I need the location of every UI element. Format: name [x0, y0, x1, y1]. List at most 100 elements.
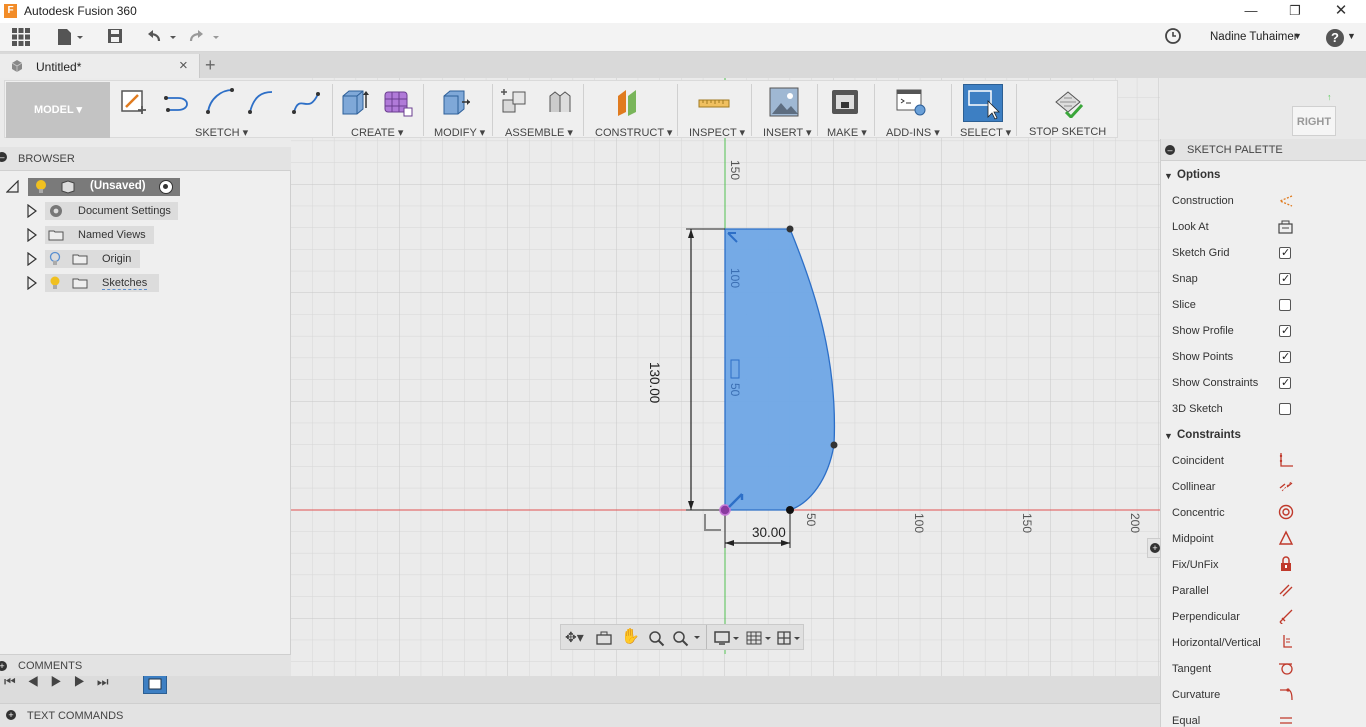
perpendicular-icon[interactable] — [1278, 608, 1294, 624]
expand-comments-icon[interactable]: + — [0, 661, 7, 671]
show-points-checkbox[interactable] — [1279, 350, 1291, 363]
text-commands-bar[interactable]: + TEXT COMMANDS — [0, 703, 1160, 727]
lock-icon[interactable] — [1278, 556, 1294, 572]
help-icon[interactable]: ? — [1326, 29, 1344, 47]
activate-radio-icon[interactable] — [159, 180, 173, 194]
comments-panel-header[interactable]: + COMMENTS — [0, 654, 291, 676]
coincident-icon[interactable] — [1278, 452, 1294, 468]
insert-group-label[interactable]: INSERT ▾ — [763, 126, 812, 139]
collinear-icon[interactable] — [1278, 478, 1294, 494]
timeline-playback-controls[interactable]: ⏮ ◀ ▶ ▶ ⏭ — [4, 674, 113, 690]
visibility-bulb-icon[interactable] — [34, 179, 48, 195]
width-dimension-label[interactable]: 30.00 — [752, 525, 786, 540]
minimize-button[interactable]: — — [1228, 0, 1274, 23]
midpoint-icon[interactable] — [1278, 530, 1294, 546]
named-views-node[interactable]: Named Views — [45, 226, 154, 244]
stop-sketch-label[interactable]: STOP SKETCH — [1029, 126, 1106, 138]
snap-checkbox[interactable] — [1279, 272, 1291, 285]
new-component-icon[interactable] — [499, 86, 531, 118]
palette-expand-handle[interactable]: + — [1147, 538, 1161, 558]
spline-icon[interactable] — [290, 86, 322, 118]
create-form-icon[interactable] — [382, 86, 414, 118]
help-menu-chevron-icon[interactable]: ▼ — [1347, 31, 1356, 41]
insert-image-icon[interactable] — [768, 86, 800, 118]
display-settings-icon[interactable] — [713, 629, 743, 647]
joint-icon[interactable] — [544, 86, 576, 118]
modify-group-label[interactable]: MODIFY ▾ — [434, 126, 485, 139]
horizontal-vertical-icon[interactable] — [1278, 634, 1294, 650]
addins-group-label[interactable]: ADD-INS ▾ — [886, 126, 940, 139]
zoom-icon[interactable] — [647, 629, 665, 647]
make-group-label[interactable]: MAKE ▾ — [827, 126, 867, 139]
browser-header[interactable]: – BROWSER — [0, 147, 291, 171]
root-expander-icon[interactable] — [5, 179, 20, 194]
sketch-group-label[interactable]: SKETCH ▾ — [195, 126, 248, 139]
create-sketch-icon[interactable] — [118, 86, 150, 118]
origin-node[interactable]: Origin — [45, 250, 140, 268]
measure-icon[interactable] — [698, 86, 730, 118]
constraints-section-title[interactable]: Constraints — [1177, 429, 1241, 441]
restore-button[interactable]: ❐ — [1272, 0, 1318, 23]
sketch-grid-checkbox[interactable] — [1279, 246, 1291, 259]
sketches-label: Sketches — [102, 277, 148, 290]
create-group-label[interactable]: CREATE ▾ — [351, 126, 403, 139]
show-constraints-checkbox[interactable] — [1279, 376, 1291, 389]
scripts-addins-icon[interactable] — [895, 86, 927, 118]
close-window-button[interactable]: ✕ — [1318, 0, 1364, 23]
workspace-switcher-button[interactable]: MODEL ▾ — [6, 82, 110, 138]
select-group-label[interactable]: SELECT ▾ — [960, 126, 1011, 139]
named-views-label: Named Views — [78, 229, 146, 241]
line-tool-icon[interactable] — [162, 86, 194, 118]
construction-icon[interactable] — [1278, 194, 1294, 208]
viewports-icon[interactable] — [776, 629, 804, 647]
collapse-browser-icon[interactable]: – — [0, 152, 7, 162]
visibility-bulb-off-icon[interactable] — [49, 251, 61, 267]
timeline-sketch-feature[interactable] — [143, 674, 167, 694]
collapse-palette-icon[interactable]: – — [1165, 145, 1175, 155]
sketch-palette-header[interactable]: – SKETCH PALETTE — [1161, 139, 1366, 161]
options-section-title[interactable]: Options — [1177, 169, 1220, 181]
user-name[interactable]: Nadine Tuhaimer — [1210, 31, 1298, 43]
3d-sketch-checkbox[interactable] — [1279, 403, 1291, 415]
origin-expander-icon[interactable] — [26, 251, 38, 267]
constraints-collapse-icon[interactable]: ▼ — [1164, 431, 1173, 441]
fit-zoom-icon[interactable] — [671, 629, 703, 647]
3d-print-icon[interactable] — [829, 86, 861, 118]
sketches-node[interactable]: Sketches — [45, 274, 159, 292]
offset-plane-icon[interactable] — [614, 86, 646, 118]
concentric-icon[interactable] — [1278, 504, 1294, 520]
document-settings-expander-icon[interactable] — [26, 203, 38, 219]
tangent-icon[interactable] — [1278, 660, 1294, 676]
extrude-icon[interactable] — [339, 86, 371, 118]
slice-checkbox[interactable] — [1279, 299, 1291, 311]
height-dimension-label[interactable]: 130.00 — [647, 362, 662, 422]
select-button[interactable] — [963, 84, 1003, 122]
curvature-icon[interactable] — [1278, 686, 1294, 702]
browser-root-node[interactable]: (Unsaved) — [28, 178, 180, 196]
user-menu-chevron-icon[interactable]: ▼ — [1293, 31, 1302, 41]
sketches-expander-icon[interactable] — [26, 275, 38, 291]
select-group-text: SELECT — [960, 127, 1003, 139]
grid-settings-icon[interactable] — [745, 629, 775, 647]
viewcube[interactable]: RIGHT — [1292, 106, 1336, 136]
look-at-icon[interactable] — [595, 629, 613, 647]
stop-sketch-icon[interactable] — [1052, 86, 1084, 118]
assemble-group-label[interactable]: ASSEMBLE ▾ — [505, 126, 573, 139]
pan-hand-icon[interactable]: ✋ — [621, 627, 640, 645]
look-at-palette-icon[interactable] — [1278, 220, 1294, 234]
construct-group-label[interactable]: CONSTRUCT ▾ — [595, 126, 672, 139]
expand-text-commands-icon[interactable]: + — [6, 710, 16, 720]
options-collapse-icon[interactable]: ▼ — [1164, 171, 1173, 181]
three-point-arc-icon[interactable] — [204, 86, 236, 118]
document-settings-node[interactable]: Document Settings — [45, 202, 178, 220]
press-pull-icon[interactable] — [440, 86, 472, 118]
parallel-icon[interactable] — [1278, 582, 1294, 598]
job-status-clock-icon[interactable] — [1162, 27, 1184, 49]
inspect-group-label[interactable]: INSPECT ▾ — [689, 126, 745, 139]
show-profile-checkbox[interactable] — [1279, 324, 1291, 337]
orbit-icon[interactable]: ✥▾ — [565, 629, 591, 647]
named-views-expander-icon[interactable] — [26, 227, 38, 243]
tangent-arc-icon[interactable] — [246, 86, 278, 118]
visibility-bulb-icon[interactable] — [49, 275, 61, 291]
equal-icon[interactable] — [1278, 714, 1294, 727]
